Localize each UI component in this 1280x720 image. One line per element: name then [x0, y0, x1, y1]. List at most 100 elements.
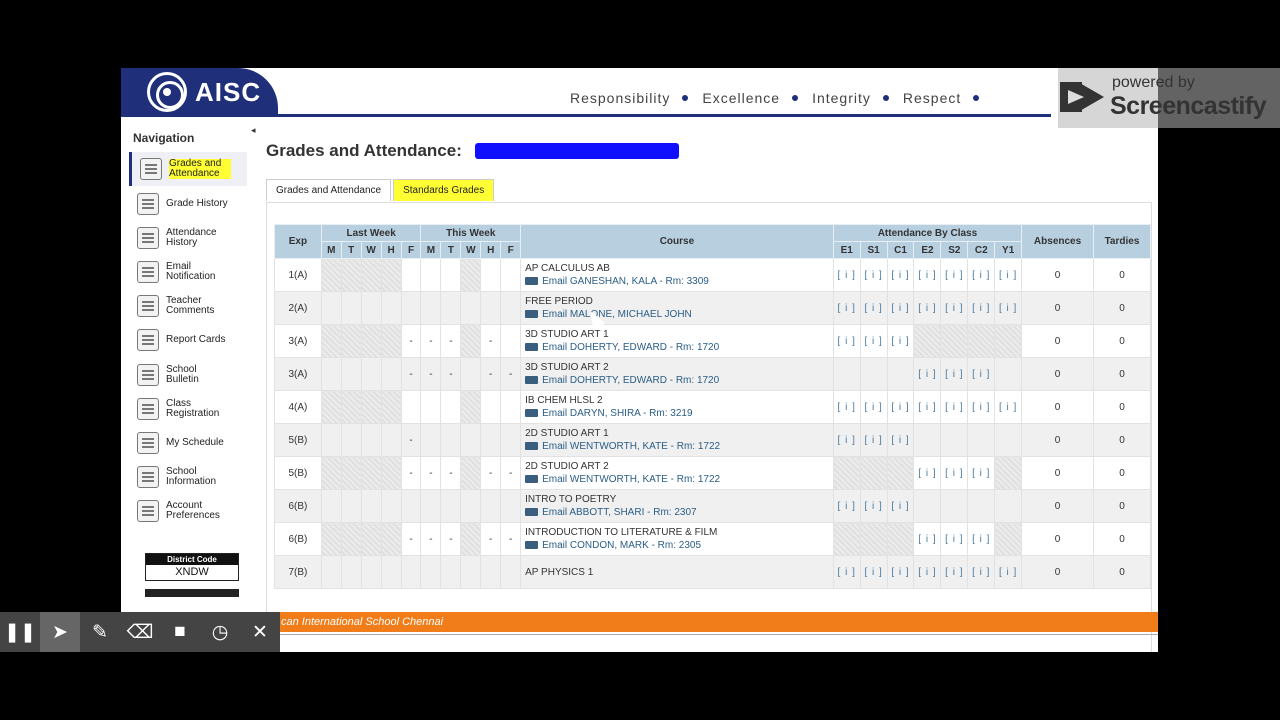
- grade-info-link[interactable]: [ i ]: [891, 567, 909, 578]
- grade-info-link[interactable]: [ i ]: [972, 369, 990, 380]
- grade-info-link[interactable]: [ i ]: [972, 402, 990, 413]
- sidebar-item-teacher-comments[interactable]: Teacher Comments: [129, 289, 247, 323]
- email-teacher-link[interactable]: Email DOHERTY, EDWARD - Rm: 1720: [525, 375, 833, 386]
- term-grade-cell[interactable]: [ i ]: [859, 555, 888, 589]
- term-grade-cell[interactable]: [ i ]: [913, 555, 942, 589]
- grade-info-link[interactable]: [ i ]: [891, 270, 909, 281]
- grade-info-link[interactable]: [ i ]: [945, 270, 963, 281]
- grade-info-link[interactable]: [ i ]: [838, 303, 856, 314]
- term-grade-cell[interactable]: [ i ]: [886, 423, 915, 457]
- attendance-table-scroll[interactable]: Exp Last Week This Week Course Attendanc…: [274, 224, 1151, 596]
- grade-info-link[interactable]: [ i ]: [972, 534, 990, 545]
- grade-info-link[interactable]: [ i ]: [838, 270, 856, 281]
- collapse-sidebar-icon[interactable]: ◂: [251, 125, 256, 136]
- sidebar-item-email-notification[interactable]: Email Notification: [129, 255, 247, 289]
- grade-info-link[interactable]: [ i ]: [918, 270, 936, 281]
- grade-info-link[interactable]: [ i ]: [918, 468, 936, 479]
- term-grade-cell[interactable]: [ i ]: [859, 324, 888, 358]
- tab-standards-grades[interactable]: Standards Grades: [393, 179, 495, 201]
- grade-info-link[interactable]: [ i ]: [999, 303, 1017, 314]
- grade-info-link[interactable]: [ i ]: [891, 303, 909, 314]
- grade-info-link[interactable]: [ i ]: [864, 435, 882, 446]
- grade-info-link[interactable]: [ i ]: [999, 567, 1017, 578]
- email-teacher-link[interactable]: Email MALONE, MICHAEL JOHN: [525, 309, 833, 320]
- email-teacher-link[interactable]: Email ABBOTT, SHARI - Rm: 2307: [525, 507, 833, 518]
- grade-info-link[interactable]: [ i ]: [918, 402, 936, 413]
- term-grade-cell[interactable]: [ i ]: [886, 324, 915, 358]
- tab-grades-and-attendance[interactable]: Grades and Attendance: [266, 179, 392, 201]
- term-grade-cell[interactable]: [ i ]: [886, 390, 915, 424]
- eraser-icon[interactable]: ⌫: [120, 612, 160, 652]
- grade-info-link[interactable]: [ i ]: [864, 567, 882, 578]
- grade-info-link[interactable]: [ i ]: [838, 435, 856, 446]
- school-logo[interactable]: AISC: [121, 68, 278, 116]
- grade-info-link[interactable]: [ i ]: [972, 303, 990, 314]
- grade-info-link[interactable]: [ i ]: [972, 270, 990, 281]
- grade-info-link[interactable]: [ i ]: [864, 402, 882, 413]
- term-grade-cell[interactable]: [ i ]: [967, 291, 996, 325]
- pause-icon[interactable]: ❚❚: [0, 612, 40, 652]
- grade-info-link[interactable]: [ i ]: [945, 369, 963, 380]
- term-grade-cell[interactable]: [ i ]: [832, 291, 861, 325]
- term-grade-cell[interactable]: [ i ]: [967, 555, 996, 589]
- email-teacher-link[interactable]: Email WENTWORTH, KATE - Rm: 1722: [525, 474, 833, 485]
- term-grade-cell[interactable]: [ i ]: [940, 291, 969, 325]
- term-grade-cell[interactable]: [ i ]: [940, 357, 969, 391]
- term-grade-cell[interactable]: [ i ]: [832, 390, 861, 424]
- term-grade-cell[interactable]: [ i ]: [832, 258, 861, 292]
- grade-info-link[interactable]: [ i ]: [945, 303, 963, 314]
- sidebar-item-attendance-history[interactable]: Attendance History: [129, 221, 247, 255]
- grade-info-link[interactable]: [ i ]: [918, 303, 936, 314]
- term-grade-cell[interactable]: [ i ]: [940, 390, 969, 424]
- sidebar-item-grade-history[interactable]: Grade History: [129, 187, 247, 221]
- sidebar-item-school-information[interactable]: School Information: [129, 460, 247, 494]
- grade-info-link[interactable]: [ i ]: [918, 534, 936, 545]
- term-grade-cell[interactable]: [ i ]: [913, 357, 942, 391]
- term-grade-cell[interactable]: [ i ]: [940, 522, 969, 556]
- term-grade-cell[interactable]: [ i ]: [940, 258, 969, 292]
- grade-info-link[interactable]: [ i ]: [838, 567, 856, 578]
- term-grade-cell[interactable]: [ i ]: [886, 489, 915, 523]
- grade-info-link[interactable]: [ i ]: [838, 501, 856, 512]
- sidebar-item-report-cards[interactable]: Report Cards: [129, 323, 247, 357]
- term-grade-cell[interactable]: [ i ]: [832, 324, 861, 358]
- camera-icon[interactable]: ■: [160, 612, 200, 652]
- sidebar-item-class-registration[interactable]: Class Registration: [129, 392, 247, 426]
- email-teacher-link[interactable]: Email WENTWORTH, KATE - Rm: 1722: [525, 441, 833, 452]
- term-grade-cell[interactable]: [ i ]: [967, 456, 996, 490]
- grade-info-link[interactable]: [ i ]: [945, 534, 963, 545]
- term-grade-cell[interactable]: [ i ]: [859, 390, 888, 424]
- grade-info-link[interactable]: [ i ]: [999, 270, 1017, 281]
- term-grade-cell[interactable]: [ i ]: [886, 291, 915, 325]
- term-grade-cell[interactable]: [ i ]: [967, 390, 996, 424]
- term-grade-cell[interactable]: [ i ]: [913, 291, 942, 325]
- timer-icon[interactable]: ◷: [200, 612, 240, 652]
- term-grade-cell[interactable]: [ i ]: [940, 456, 969, 490]
- grade-info-link[interactable]: [ i ]: [864, 303, 882, 314]
- term-grade-cell[interactable]: [ i ]: [886, 258, 915, 292]
- term-grade-cell[interactable]: [ i ]: [994, 291, 1023, 325]
- grade-info-link[interactable]: [ i ]: [945, 567, 963, 578]
- email-teacher-link[interactable]: Email DARYN, SHIRA - Rm: 3219: [525, 408, 833, 419]
- term-grade-cell[interactable]: [ i ]: [994, 555, 1023, 589]
- pen-icon[interactable]: ✎: [80, 612, 120, 652]
- term-grade-cell[interactable]: [ i ]: [859, 291, 888, 325]
- grade-info-link[interactable]: [ i ]: [891, 501, 909, 512]
- grade-info-link[interactable]: [ i ]: [918, 567, 936, 578]
- grade-info-link[interactable]: [ i ]: [918, 369, 936, 380]
- term-grade-cell[interactable]: [ i ]: [832, 423, 861, 457]
- email-teacher-link[interactable]: Email GANESHAN, KALA - Rm: 3309: [525, 276, 833, 287]
- term-grade-cell[interactable]: [ i ]: [994, 390, 1023, 424]
- grade-info-link[interactable]: [ i ]: [838, 336, 856, 347]
- grade-info-link[interactable]: [ i ]: [891, 336, 909, 347]
- term-grade-cell[interactable]: [ i ]: [913, 456, 942, 490]
- sidebar-item-school-bulletin[interactable]: School Bulletin: [129, 358, 247, 392]
- term-grade-cell[interactable]: [ i ]: [859, 489, 888, 523]
- term-grade-cell[interactable]: [ i ]: [967, 258, 996, 292]
- term-grade-cell[interactable]: [ i ]: [994, 258, 1023, 292]
- term-grade-cell[interactable]: [ i ]: [859, 258, 888, 292]
- term-grade-cell[interactable]: [ i ]: [859, 423, 888, 457]
- grade-info-link[interactable]: [ i ]: [864, 270, 882, 281]
- term-grade-cell[interactable]: [ i ]: [967, 522, 996, 556]
- app-store-badge[interactable]: [145, 589, 239, 597]
